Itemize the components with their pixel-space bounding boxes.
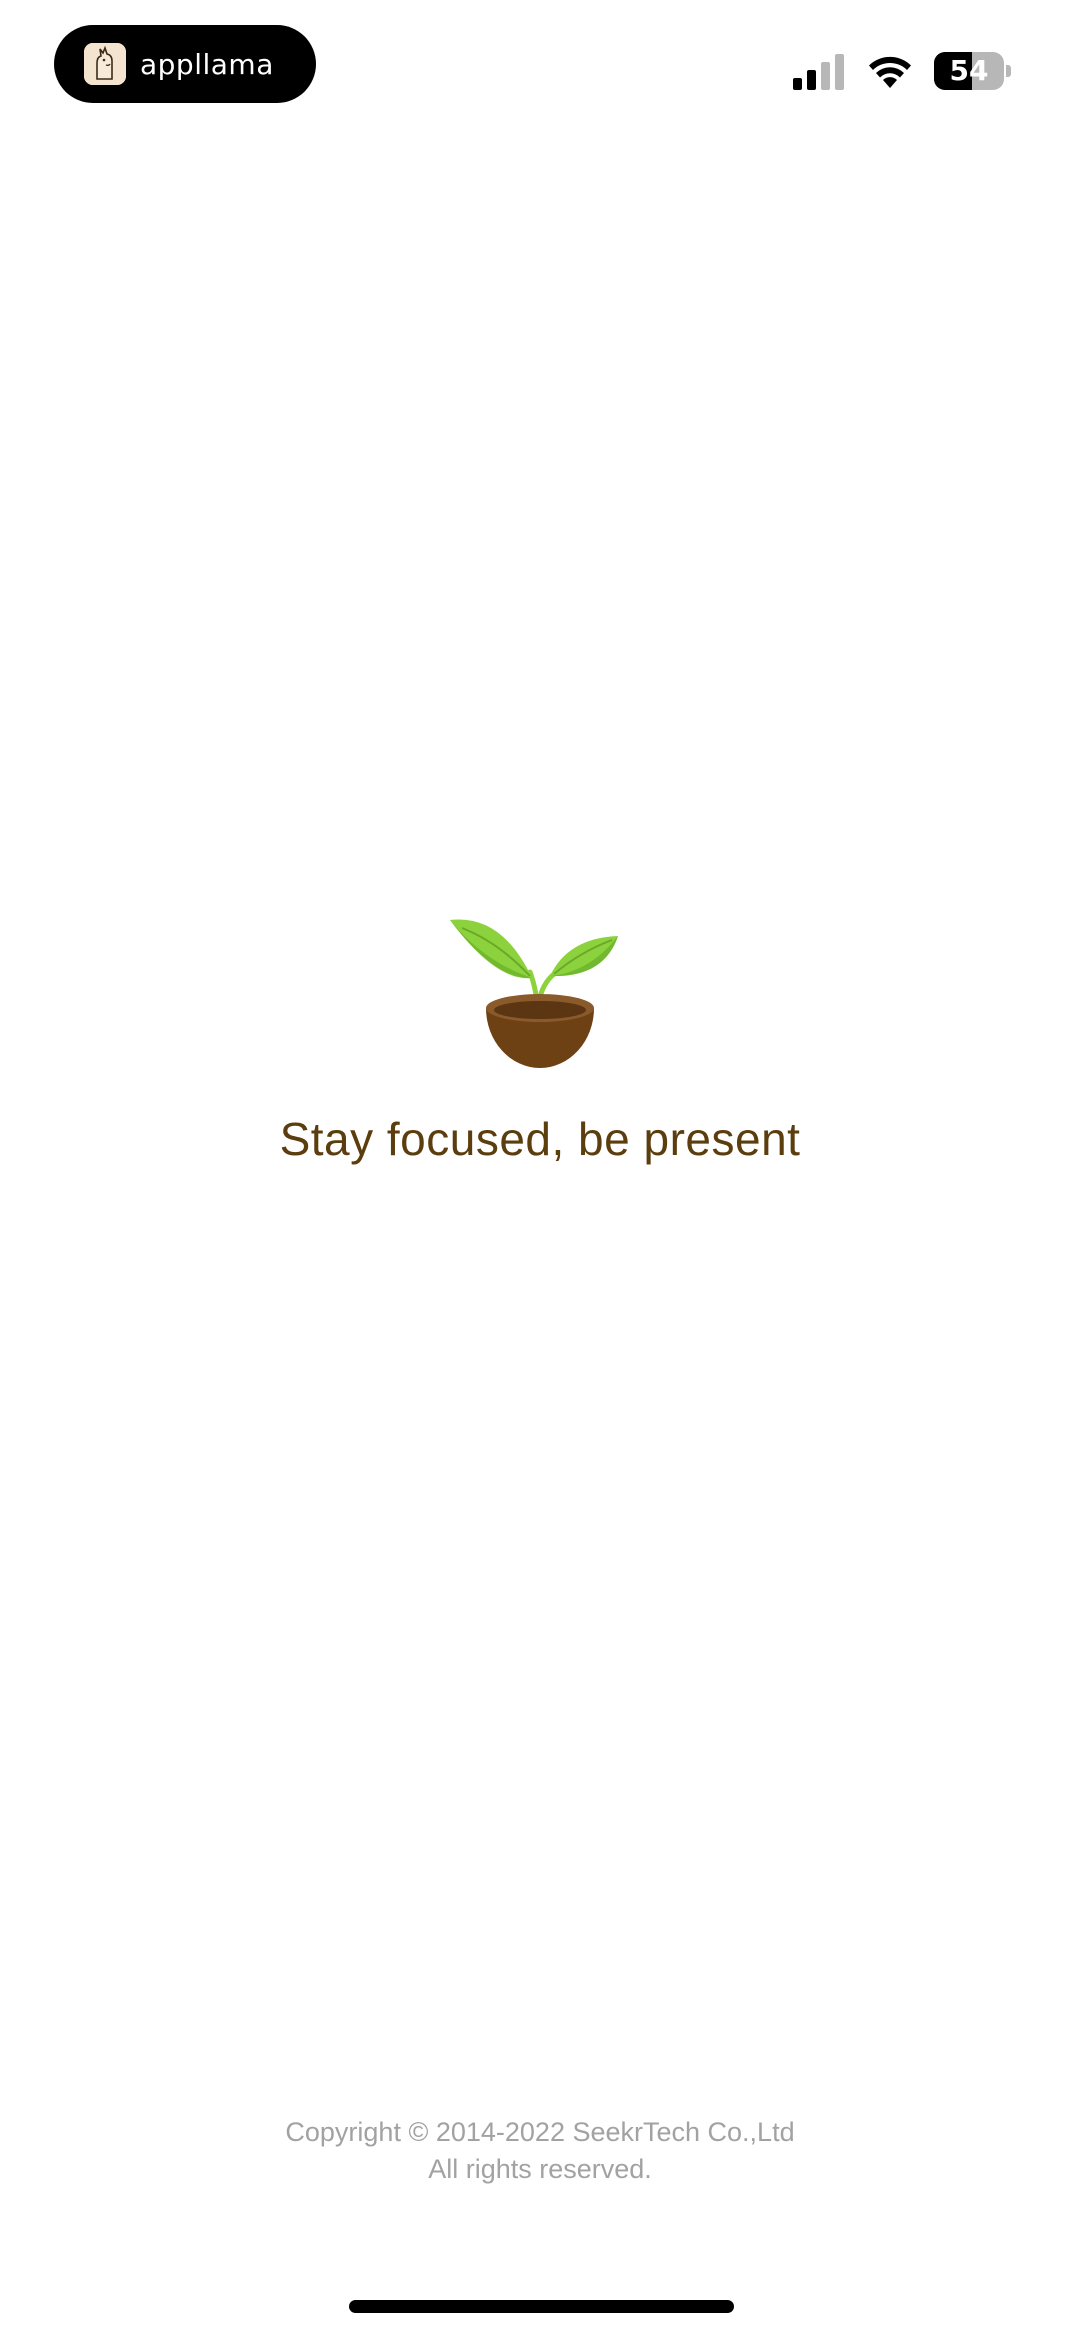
signal-bar-4 [835, 54, 844, 90]
tagline: Stay focused, be present [279, 1113, 801, 1165]
app-pill-label: appllama [140, 47, 274, 81]
llama-logo-icon [84, 43, 126, 85]
signal-bar-2 [807, 70, 816, 90]
copyright-line: Copyright © 2014-2022 SeekrTech Co.,Ltd [285, 2117, 795, 2147]
signal-bar-3 [821, 62, 830, 90]
sprout-in-pot-icon [450, 919, 618, 1068]
wifi-icon [869, 56, 911, 88]
copyright-notice: Copyright © 2014-2022 SeekrTech Co.,Ltd … [0, 2114, 1080, 2188]
battery-cap [1006, 65, 1011, 77]
signal-bar-1 [793, 78, 802, 90]
battery-icon: 54 [934, 52, 1012, 90]
battery-body: 54 [934, 52, 1004, 90]
cellular-signal-icon [793, 54, 844, 90]
battery-percent-label: 54 [949, 54, 989, 87]
app-indicator-pill[interactable]: appllama [54, 25, 316, 103]
rights-reserved-line: All rights reserved. [428, 2154, 652, 2184]
home-indicator[interactable] [349, 2300, 734, 2313]
